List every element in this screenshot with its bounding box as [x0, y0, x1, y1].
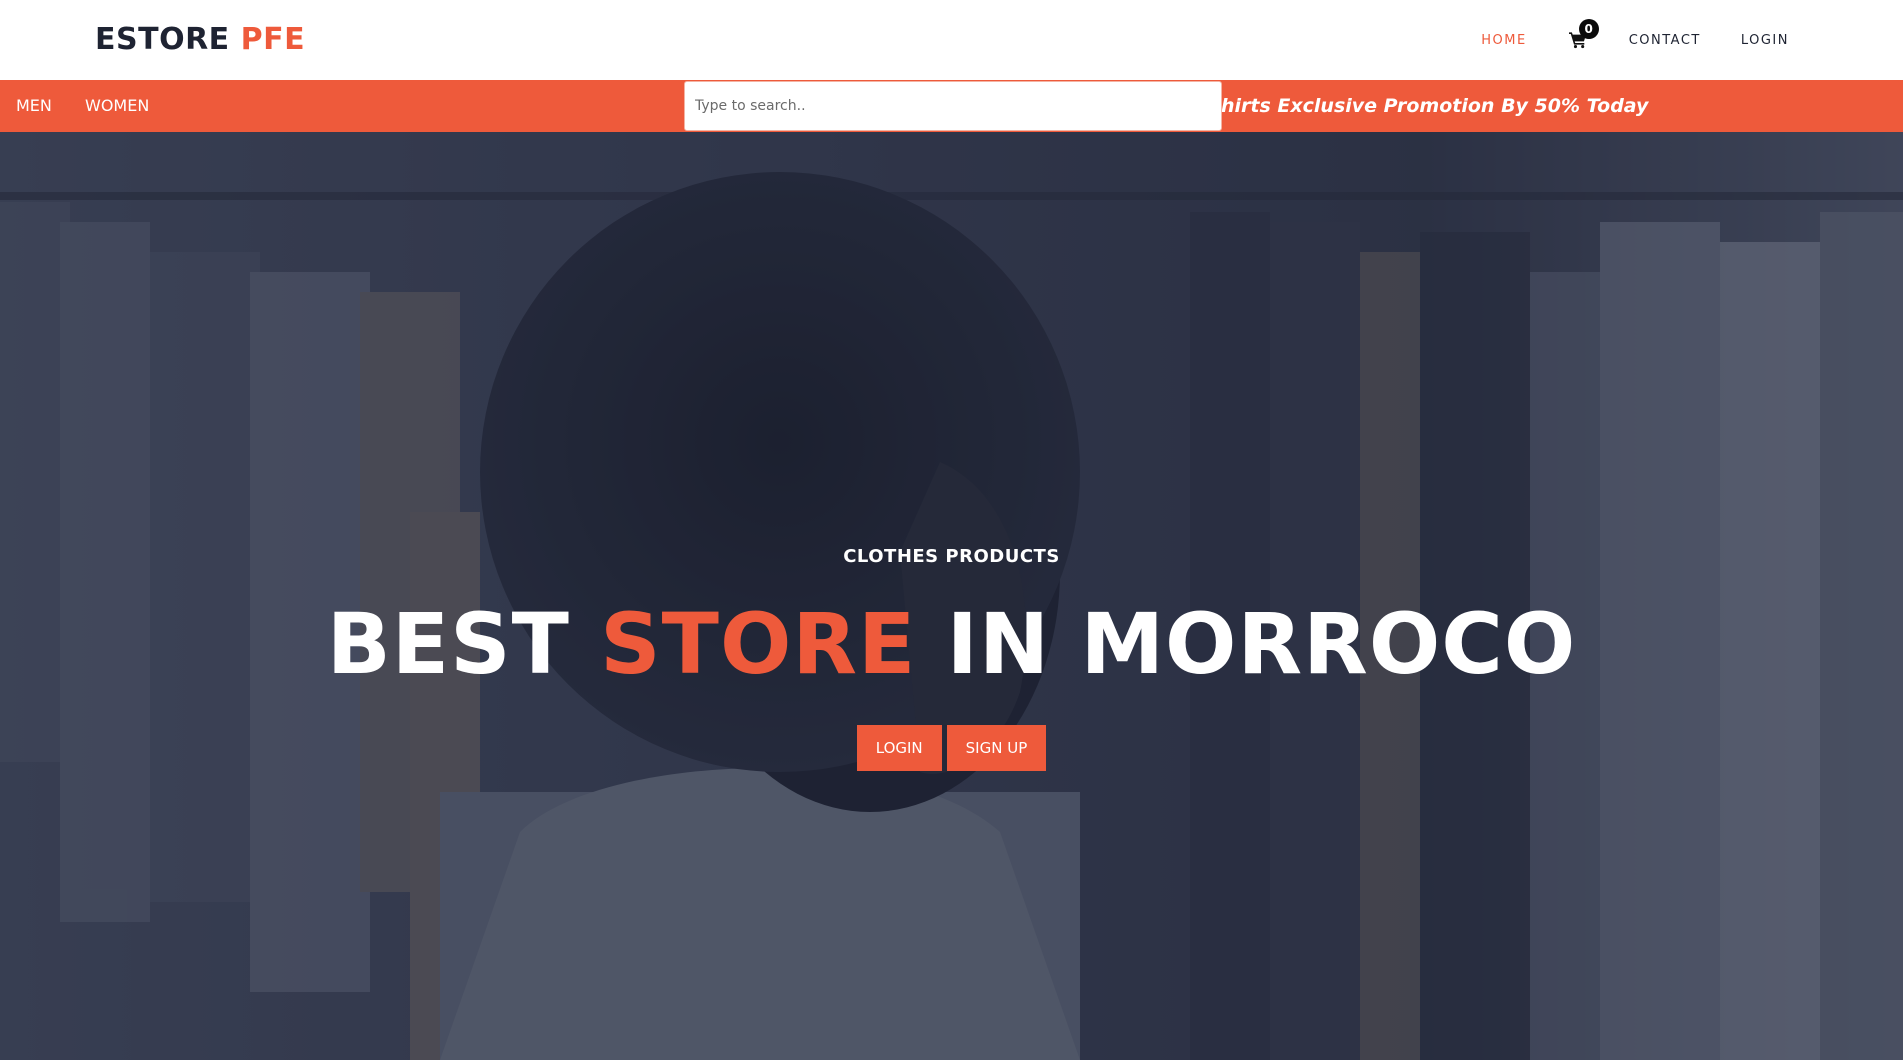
hero-title-part1: BEST [326, 595, 570, 693]
brand-logo[interactable]: ESTORE PFE [95, 20, 305, 60]
hero-subtitle: CLOTHES PRODUCTS [843, 546, 1060, 567]
brand-name-part1: ESTORE [95, 22, 230, 57]
hero-button-group: LOGIN SIGN UP [0, 725, 1903, 771]
hero-login-button[interactable]: LOGIN [856, 725, 942, 771]
nav-contact-link[interactable]: CONTACT [1629, 33, 1701, 48]
main-nav: HOME 0 CONTACT LOGIN [1481, 0, 1789, 80]
hero-title-part3: IN MORROCO [946, 595, 1577, 693]
cart-count-badge: 0 [1578, 19, 1599, 39]
nav-login-link[interactable]: LOGIN [1741, 33, 1789, 48]
cart-button[interactable]: 0 [1568, 19, 1599, 49]
hero-signup-button[interactable]: SIGN UP [946, 725, 1047, 771]
promo-marquee: hirts Exclusive Promotion By 50% Today [1221, 95, 1649, 117]
brand-name-part2: PFE [240, 22, 306, 57]
hero-section: CLOTHES PRODUCTS BEST STORE IN MORROCO L… [0, 132, 1903, 1060]
category-women-link[interactable]: WOMEN [85, 80, 149, 132]
nav-home-link[interactable]: HOME [1481, 33, 1526, 48]
hero-title-part2: STORE [600, 595, 917, 693]
category-men-link[interactable]: MEN [16, 80, 52, 132]
hero-title: BEST STORE IN MORROCO [0, 594, 1903, 694]
site-header: ESTORE PFE HOME 0 CONTACT LOGIN [0, 0, 1903, 80]
search-input[interactable] [684, 81, 1222, 131]
